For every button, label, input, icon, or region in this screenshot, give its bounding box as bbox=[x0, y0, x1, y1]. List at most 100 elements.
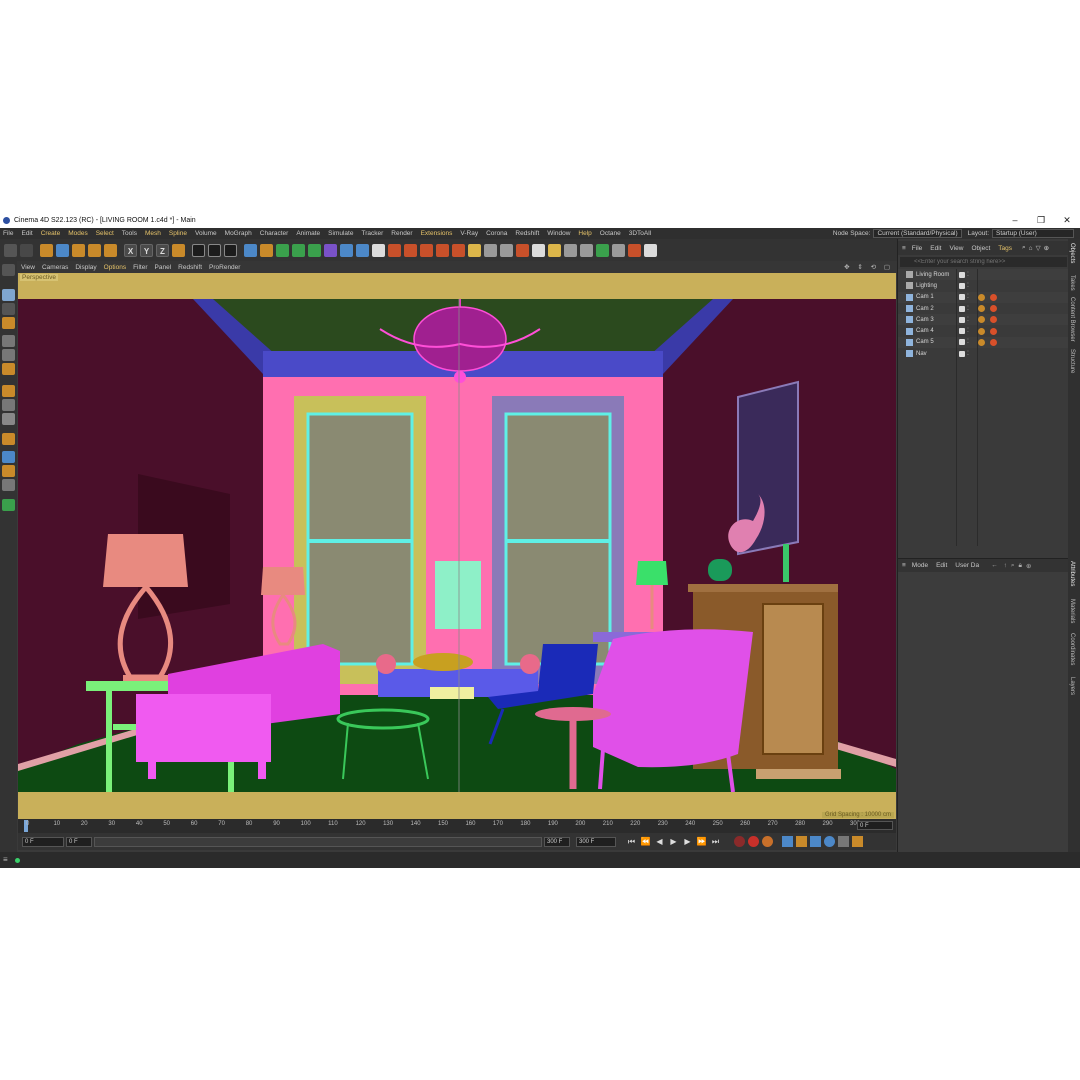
menu-corona[interactable]: Corona bbox=[486, 230, 507, 237]
light-icon[interactable] bbox=[372, 243, 385, 257]
om-filter-icon[interactable]: ▽ bbox=[1036, 244, 1041, 252]
side-tab-takes[interactable]: Takes bbox=[1069, 275, 1075, 291]
visibility-dots-icon[interactable]: ⁚ bbox=[967, 294, 969, 300]
menu-spline[interactable]: Spline bbox=[169, 230, 187, 237]
side-tab-objects[interactable]: Objects bbox=[1069, 243, 1075, 263]
om-column-divider[interactable] bbox=[977, 269, 978, 546]
side-tab-attributes[interactable]: Attributes bbox=[1069, 561, 1075, 586]
timeline-window-icon[interactable] bbox=[852, 836, 863, 847]
autokeying-icon[interactable] bbox=[748, 836, 759, 847]
visibility-dots-icon[interactable]: ⁚ bbox=[967, 328, 969, 334]
viewport-menu-cameras[interactable]: Cameras bbox=[42, 264, 68, 271]
menu-volume[interactable]: Volume bbox=[195, 230, 217, 237]
preview-range-slider[interactable] bbox=[94, 836, 542, 847]
vray-light-icon[interactable] bbox=[404, 243, 417, 257]
next-key-icon[interactable]: ⏩ bbox=[696, 836, 707, 847]
side-tab-layers[interactable]: Layers bbox=[1069, 677, 1075, 695]
visibility-dots-icon[interactable]: ⁚ bbox=[967, 306, 969, 312]
octane-icon[interactable] bbox=[596, 243, 609, 257]
protection-tag-icon[interactable] bbox=[978, 305, 985, 313]
object-checkmark-icon[interactable] bbox=[959, 328, 965, 335]
menu-mograph[interactable]: MoGraph bbox=[225, 230, 252, 237]
object-row[interactable]: Nav ⁚ bbox=[898, 348, 1068, 359]
menu-help[interactable]: Help bbox=[578, 230, 591, 237]
attr-menu-icon[interactable]: ≡ bbox=[902, 562, 906, 569]
perspective-viewport[interactable]: Perspective Grid Spacing: 10000 cm bbox=[18, 273, 896, 819]
object-row[interactable]: Cam 5 ⁚ bbox=[898, 336, 1068, 349]
viewport-menu-redshift[interactable]: Redshift bbox=[178, 264, 202, 271]
side-tab-content-browser[interactable]: Content Browser bbox=[1069, 297, 1075, 342]
live-selection-icon[interactable] bbox=[40, 243, 53, 257]
vray-camera-tag-icon[interactable] bbox=[990, 316, 997, 324]
timeline-ruler[interactable]: 0 10 20 30 40 50 60 70 80 90 100 110 120 130 140 150 160… bbox=[18, 819, 896, 833]
points-mode-icon[interactable] bbox=[2, 335, 15, 347]
corona-light-icon[interactable] bbox=[484, 243, 497, 257]
visibility-dots-icon[interactable]: ⁚ bbox=[967, 317, 969, 323]
object-row[interactable]: Living Room ⁚ bbox=[898, 269, 1068, 281]
field-icon[interactable] bbox=[324, 243, 337, 257]
solo-icon[interactable] bbox=[2, 465, 15, 477]
bend-icon[interactable] bbox=[308, 243, 321, 257]
vray-dome-icon[interactable] bbox=[436, 243, 449, 257]
lock-y-axis-button[interactable]: Y bbox=[140, 243, 153, 257]
edges-mode-icon[interactable] bbox=[2, 349, 15, 361]
vray-sun-icon[interactable] bbox=[452, 243, 465, 257]
menu-modes[interactable]: Modes bbox=[68, 230, 88, 237]
object-row[interactable]: Cam 3 ⁚ bbox=[898, 314, 1068, 326]
om-menu-edit[interactable]: Edit bbox=[930, 245, 941, 252]
render-view-icon[interactable] bbox=[192, 243, 205, 257]
layout-dropdown[interactable]: Startup (User) bbox=[992, 229, 1074, 238]
menu-redshift[interactable]: Redshift bbox=[515, 230, 539, 237]
menu-render[interactable]: Render bbox=[391, 230, 412, 237]
menu-octane[interactable]: Octane bbox=[600, 230, 621, 237]
subdivision-surface-icon[interactable] bbox=[276, 243, 289, 257]
workplane-mode-icon[interactable] bbox=[2, 317, 15, 329]
corona-camera-icon[interactable] bbox=[500, 243, 513, 257]
menu-3dtoall[interactable]: 3DToAll bbox=[629, 230, 651, 237]
close-button[interactable]: ✕ bbox=[1054, 215, 1080, 226]
protection-tag-icon[interactable] bbox=[978, 316, 985, 324]
attr-new-window-icon[interactable]: ⊕ bbox=[1026, 562, 1031, 570]
object-row[interactable]: Cam 1 ⁚ bbox=[898, 291, 1068, 303]
menu-simulate[interactable]: Simulate bbox=[328, 230, 353, 237]
om-menu-file[interactable]: File bbox=[912, 245, 922, 252]
om-search-input[interactable] bbox=[900, 257, 1067, 267]
attr-menu-user-data[interactable]: User Da bbox=[955, 562, 979, 569]
enable-snap-icon[interactable] bbox=[2, 413, 15, 425]
viewport-menu-prorender[interactable]: ProRender bbox=[209, 264, 240, 271]
next-frame-icon[interactable]: ▶ bbox=[682, 836, 693, 847]
om-menu-icon[interactable]: ≡ bbox=[902, 245, 906, 252]
camera-icon[interactable] bbox=[356, 243, 369, 257]
menu-edit[interactable]: Edit bbox=[21, 230, 32, 237]
om-search-icon[interactable]: ⌕ bbox=[1022, 244, 1026, 252]
attr-lock-icon[interactable]: 🔒︎ bbox=[1019, 562, 1022, 570]
record-active-objects-icon[interactable] bbox=[734, 836, 745, 847]
redshift-light-icon[interactable] bbox=[548, 243, 561, 257]
object-checkmark-icon[interactable] bbox=[959, 305, 965, 312]
record-parameter-icon[interactable] bbox=[824, 836, 835, 847]
render-to-picture-viewer-icon[interactable] bbox=[208, 243, 221, 257]
maximize-button[interactable]: ❐ bbox=[1028, 215, 1054, 226]
vray-camera-tag-icon[interactable] bbox=[990, 327, 997, 335]
record-position-icon[interactable] bbox=[782, 836, 793, 847]
viewport-menu-panel[interactable]: Panel bbox=[155, 264, 172, 271]
menu-window[interactable]: Window bbox=[547, 230, 570, 237]
cube-icon[interactable] bbox=[244, 243, 257, 257]
object-row[interactable]: Cam 4 ⁚ bbox=[898, 325, 1068, 336]
attr-up-icon[interactable]: ↑ bbox=[1004, 562, 1007, 569]
model-mode-icon[interactable] bbox=[2, 289, 15, 301]
cloner-icon[interactable] bbox=[292, 243, 305, 257]
undo-icon[interactable] bbox=[4, 243, 17, 257]
lock-x-axis-button[interactable]: X bbox=[124, 243, 137, 257]
om-new-window-icon[interactable]: ⊕ bbox=[1044, 244, 1049, 252]
record-rotation-icon[interactable] bbox=[810, 836, 821, 847]
coordinate-system-icon[interactable] bbox=[172, 243, 185, 257]
redshift-camera-icon[interactable] bbox=[580, 243, 593, 257]
menu-create[interactable]: Create bbox=[41, 230, 61, 237]
preview-range-max-field[interactable]: 300 F bbox=[544, 836, 570, 847]
menu-tools[interactable]: Tools bbox=[122, 230, 137, 237]
om-menu-view[interactable]: View bbox=[949, 245, 963, 252]
om-home-icon[interactable]: ⌂ bbox=[1029, 245, 1033, 252]
visibility-dots-icon[interactable]: ⁚ bbox=[967, 272, 969, 278]
recent-tools-icon[interactable] bbox=[104, 243, 117, 257]
